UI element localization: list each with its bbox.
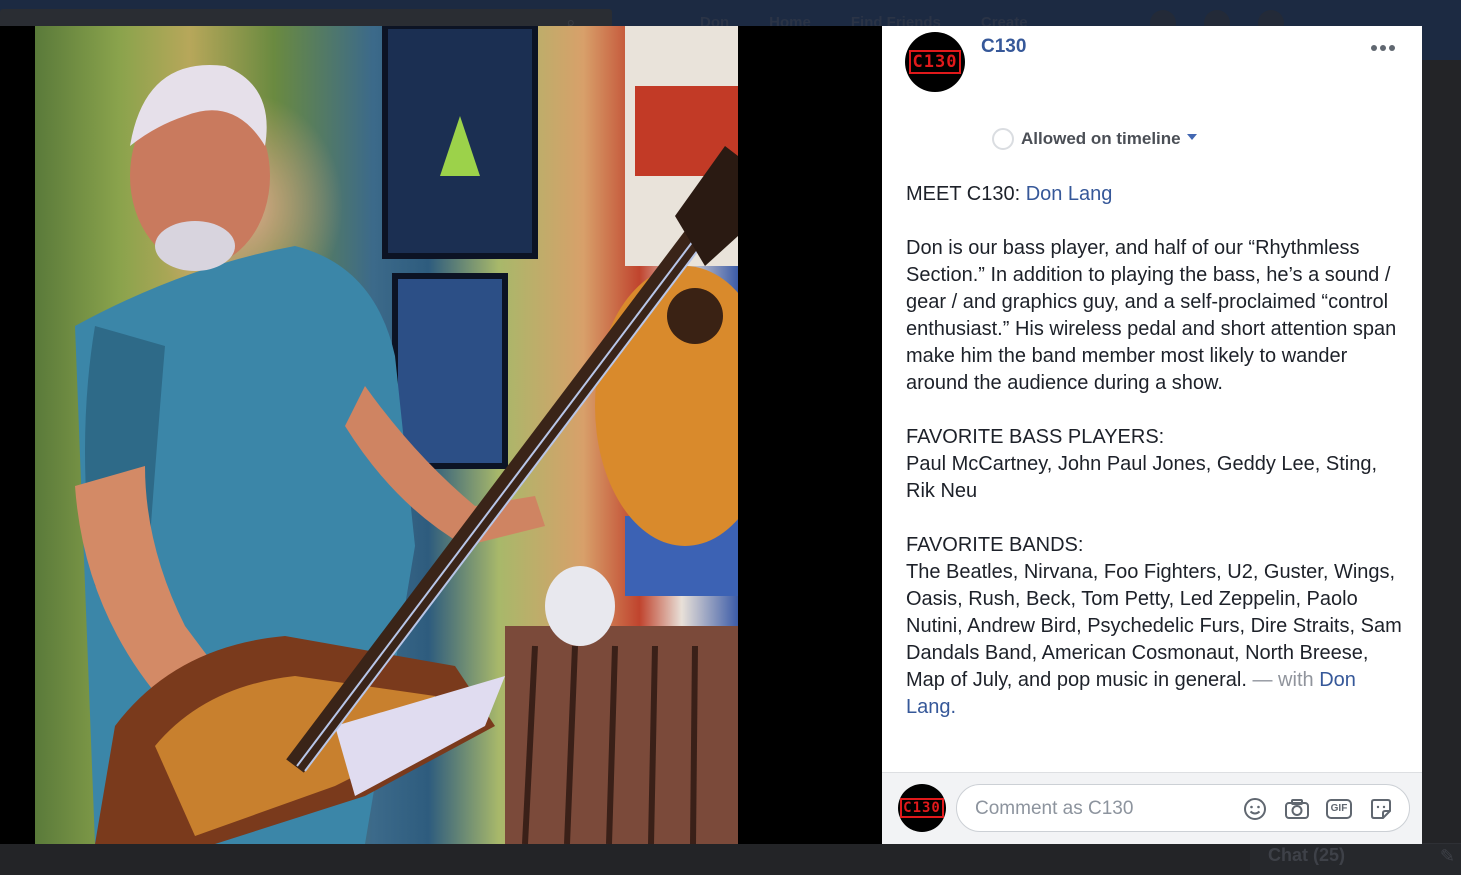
commenter-avatar-text: C130 bbox=[900, 798, 944, 818]
photo-artwork bbox=[75, 26, 738, 844]
timeline-status-label: Allowed on timeline bbox=[1021, 129, 1181, 148]
radio-circle-icon bbox=[992, 128, 1014, 150]
background-right-sidebar bbox=[1422, 60, 1461, 875]
page-avatar[interactable]: C130 bbox=[905, 32, 965, 92]
post-bass-section: FAVORITE BASS PLAYERS: Paul McCartney, J… bbox=[906, 424, 1406, 505]
intro-prefix: MEET C130: bbox=[906, 183, 1026, 205]
chat-label: Chat (25) bbox=[1268, 845, 1346, 865]
gif-icon[interactable]: GIF bbox=[1325, 796, 1353, 822]
tagged-person-link[interactable]: Don Lang bbox=[1026, 183, 1113, 205]
chat-bar: Chat (25) ✎ bbox=[1250, 843, 1461, 875]
caret-down-icon bbox=[1186, 134, 1197, 140]
bass-heading: FAVORITE BASS PLAYERS: bbox=[906, 426, 1165, 448]
comment-bar: C130 Comment as C130 GIF bbox=[882, 772, 1422, 844]
timeline-status-selector[interactable]: Allowed on timeline bbox=[992, 128, 1197, 150]
emoji-icon[interactable] bbox=[1241, 796, 1269, 822]
more-options-button[interactable] bbox=[1367, 36, 1399, 60]
with-label: — with bbox=[1246, 669, 1320, 691]
post-intro: MEET C130: Don Lang bbox=[906, 181, 1406, 208]
comment-input[interactable]: Comment as C130 GIF bbox=[956, 784, 1410, 832]
commenter-avatar[interactable]: C130 bbox=[898, 784, 946, 832]
page-name-link[interactable]: C130 bbox=[981, 36, 1026, 58]
bands-heading: FAVORITE BANDS: bbox=[906, 534, 1084, 556]
avatar-logo-text: C130 bbox=[908, 50, 962, 74]
edit-icon: ✎ bbox=[1439, 846, 1455, 866]
background-bottom bbox=[0, 843, 1461, 875]
gif-label: GIF bbox=[1325, 799, 1353, 819]
bass-players: Paul McCartney, John Paul Jones, Geddy L… bbox=[906, 453, 1378, 502]
comment-tools: GIF bbox=[1241, 796, 1395, 822]
post-bands-section: FAVORITE BANDS: The Beatles, Nirvana, Fo… bbox=[906, 532, 1406, 721]
comment-placeholder: Comment as C130 bbox=[975, 798, 1134, 819]
post-panel: C130 C130 Allowed on timeline MEET C130:… bbox=[882, 26, 1422, 844]
sticker-icon[interactable] bbox=[1367, 796, 1395, 822]
photo-stage[interactable] bbox=[0, 26, 882, 844]
post-body: MEET C130: Don Lang Don is our bass play… bbox=[906, 181, 1406, 721]
post-bio: Don is our bass player, and half of our … bbox=[906, 237, 1397, 394]
post-photo[interactable] bbox=[35, 26, 738, 844]
camera-icon[interactable] bbox=[1283, 796, 1311, 822]
more-options-icon bbox=[1371, 45, 1395, 51]
